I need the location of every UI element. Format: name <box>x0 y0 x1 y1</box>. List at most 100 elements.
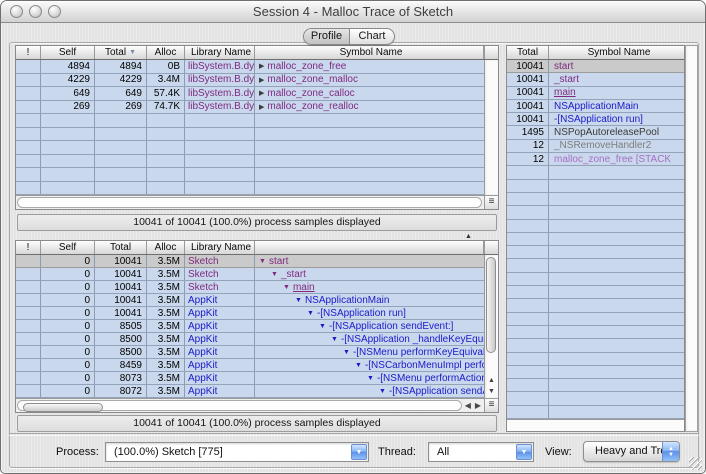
disclosure-triangle-icon[interactable]: ▼ <box>343 349 350 356</box>
close-button[interactable] <box>10 5 23 18</box>
scroll-track[interactable] <box>17 197 482 208</box>
table-row[interactable]: 269 269 74.7K libSystem.B.dylib ▶ malloc… <box>16 101 484 115</box>
column-header-total[interactable]: Total <box>507 46 549 59</box>
disclosure-triangle-icon[interactable]: ▼ <box>367 375 374 382</box>
table-row[interactable] <box>507 273 684 286</box>
thread-combobox[interactable]: All ▼ <box>428 442 534 462</box>
scroll-up-arrow-icon[interactable]: ▲ <box>488 375 495 386</box>
table-row[interactable]: 4229 4229 3.4M libSystem.B.dylib ▶ mallo… <box>16 74 484 88</box>
disclosure-triangle-icon[interactable]: ▼ <box>307 310 314 317</box>
disclosure-triangle-icon[interactable]: ▼ <box>319 323 326 330</box>
titlebar[interactable]: Session 4 - Malloc Trace of Sketch <box>1 1 705 23</box>
horizontal-scrollbar[interactable]: ≡ <box>16 195 498 209</box>
table-row[interactable]: 10041 NSApplicationMain <box>507 100 684 113</box>
disclosure-triangle-icon[interactable]: ▶ <box>259 103 264 111</box>
table-row[interactable]: 0 8072 3.5M AppKit ▼ -[NSApplication sen… <box>16 385 484 398</box>
table-row[interactable]: 10041 -[NSApplication run] <box>507 113 684 126</box>
table-row[interactable]: 0 8500 3.5M AppKit ▼ -[NSMenu performKey… <box>16 346 484 359</box>
table-row[interactable]: 4894 4894 0B libSystem.B.dylib ▶ malloc_… <box>16 60 484 74</box>
table-row[interactable]: 0 10041 3.5M Sketch ▼ _start <box>16 268 484 281</box>
table-row[interactable]: 10041 main <box>507 87 684 100</box>
scroll-right-arrow-icon[interactable]: ▶ <box>475 401 481 410</box>
table-row[interactable] <box>507 313 684 326</box>
disclosure-triangle-icon[interactable]: ▼ <box>331 336 338 343</box>
table-row[interactable] <box>507 286 684 299</box>
column-header-self[interactable]: Self <box>41 241 95 254</box>
scroll-left-arrow-icon[interactable]: ◀ <box>465 401 471 410</box>
list-mode-icon[interactable]: ≡ <box>484 196 498 209</box>
table-row[interactable] <box>507 326 684 339</box>
table-row[interactable] <box>507 392 684 405</box>
table-row[interactable] <box>507 339 684 352</box>
table-row[interactable] <box>507 206 684 219</box>
table-row[interactable]: 0 8505 3.5M AppKit ▼ -[NSApplication sen… <box>16 320 484 333</box>
table-row[interactable] <box>507 193 684 206</box>
column-header-bang[interactable]: ! <box>16 46 41 59</box>
list-mode-icon[interactable]: ≡ <box>484 399 498 412</box>
table-row[interactable] <box>507 366 684 379</box>
table-row[interactable]: 10041 _start <box>507 73 684 86</box>
column-header-self[interactable]: Self <box>41 46 95 59</box>
column-header-symbol[interactable]: Symbol Name <box>549 46 684 59</box>
table-row[interactable]: 10041 start <box>507 60 684 73</box>
resize-grip[interactable] <box>689 457 702 470</box>
column-header-total[interactable]: Total ▼ <box>95 46 147 59</box>
column-header-library[interactable]: Library Name <box>185 241 255 254</box>
table-row[interactable] <box>16 128 484 142</box>
dropdown-arrow-icon[interactable]: ▼ <box>351 444 367 460</box>
table-row[interactable]: 649 649 57.4K libSystem.B.dylib ▶ malloc… <box>16 87 484 101</box>
column-header-total[interactable]: Total <box>95 241 147 254</box>
table-row[interactable] <box>16 141 484 155</box>
vertical-scrollbar[interactable] <box>484 60 498 195</box>
scroll-thumb[interactable] <box>486 257 496 353</box>
column-header-alloc[interactable]: Alloc <box>147 46 185 59</box>
table-row[interactable] <box>507 220 684 233</box>
table-row[interactable] <box>507 180 684 193</box>
column-header-library[interactable]: Library Name <box>185 46 255 59</box>
table-row[interactable]: 12 malloc_zone_free [STACK <box>507 153 684 166</box>
popup-arrows-icon[interactable]: ▲ ▼ <box>662 442 679 461</box>
vertical-scrollbar[interactable]: ▲ ▼ <box>484 255 498 398</box>
table-row[interactable] <box>16 182 484 196</box>
zoom-button[interactable] <box>48 5 61 18</box>
dropdown-arrow-icon[interactable]: ▼ <box>516 444 532 460</box>
disclosure-triangle-icon[interactable]: ▼ <box>271 271 278 278</box>
column-header-bang[interactable]: ! <box>16 241 41 254</box>
table-row[interactable] <box>507 379 684 392</box>
scroll-track[interactable] <box>17 400 462 411</box>
horizontal-scrollbar[interactable]: ◀ ▶ ≡ <box>16 398 498 412</box>
tab-profile[interactable]: Profile <box>304 29 349 44</box>
scroll-down-arrow-icon[interactable]: ▼ <box>488 386 495 397</box>
view-popup-button[interactable]: Heavy and Tree ▲ ▼ <box>583 441 680 462</box>
tab-chart[interactable]: Chart <box>349 29 394 44</box>
table-row[interactable]: 0 10041 3.5M AppKit ▼ NSApplicationMain <box>16 294 484 307</box>
horizontal-scrollbar[interactable] <box>507 419 684 431</box>
table-row[interactable]: 0 10041 3.5M AppKit ▼ -[NSApplication ru… <box>16 307 484 320</box>
disclosure-triangle-icon[interactable]: ▼ <box>355 362 362 369</box>
table-row[interactable] <box>507 246 684 259</box>
table-row[interactable] <box>507 299 684 312</box>
table-row[interactable]: 0 8459 3.5M AppKit ▼ -[NSCarbonMenuImpl … <box>16 359 484 372</box>
process-combobox[interactable]: (100.0%) Sketch [775] ▼ <box>105 442 369 462</box>
scroll-up-arrow-icon[interactable]: ▲ <box>465 233 472 240</box>
table-row[interactable]: 0 10041 3.5M Sketch ▼ main <box>16 281 484 294</box>
disclosure-triangle-icon[interactable]: ▶ <box>259 62 264 70</box>
table-row[interactable]: 1495 NSPopAutoreleasePool <box>507 126 684 139</box>
table-row[interactable]: 0 8500 3.5M AppKit ▼ -[NSApplication _ha… <box>16 333 484 346</box>
scroll-thumb[interactable] <box>23 403 103 412</box>
column-header-symbol[interactable] <box>255 241 484 254</box>
table-row[interactable]: 0 8073 3.5M AppKit ▼ -[NSMenu performAct… <box>16 372 484 385</box>
vertical-scrollbar[interactable] <box>685 45 698 432</box>
table-row[interactable] <box>507 166 684 179</box>
disclosure-triangle-icon[interactable]: ▼ <box>283 284 290 291</box>
disclosure-triangle-icon[interactable]: ▼ <box>295 297 302 304</box>
table-row[interactable] <box>507 259 684 272</box>
minimize-button[interactable] <box>29 5 42 18</box>
disclosure-triangle-icon[interactable]: ▶ <box>259 89 264 97</box>
column-header-alloc[interactable]: Alloc <box>147 241 185 254</box>
table-row[interactable] <box>16 168 484 182</box>
disclosure-triangle-icon[interactable]: ▼ <box>379 388 386 395</box>
table-row[interactable] <box>507 233 684 246</box>
table-row[interactable] <box>507 353 684 366</box>
table-row[interactable] <box>16 114 484 128</box>
